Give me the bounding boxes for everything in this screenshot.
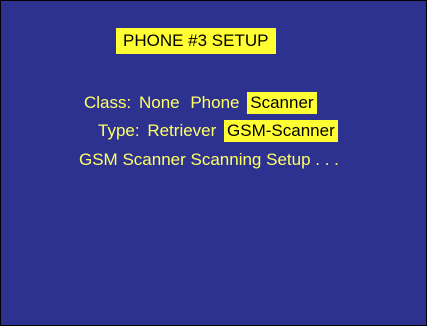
class-row: Class: None Phone Scanner [84,92,317,114]
class-option-scanner[interactable]: Scanner [247,92,317,114]
gsm-scanner-setup-label: GSM Scanner Scanning Setup . . . [79,150,339,169]
type-label: Type: [98,121,140,140]
class-option-none[interactable]: None [136,92,183,114]
type-option-gsm-scanner[interactable]: GSM-Scanner [224,120,338,142]
gsm-scanner-setup-link[interactable]: GSM Scanner Scanning Setup . . . [79,149,339,171]
class-option-phone[interactable]: Phone [187,92,242,114]
type-option-retriever[interactable]: Retriever [144,120,219,142]
type-row: Type: Retriever GSM-Scanner [98,120,338,142]
class-label: Class: [84,93,132,112]
screen-title: PHONE #3 SETUP [116,28,276,54]
phone-setup-screen: PHONE #3 SETUP Class: None Phone Scanner… [0,0,427,326]
